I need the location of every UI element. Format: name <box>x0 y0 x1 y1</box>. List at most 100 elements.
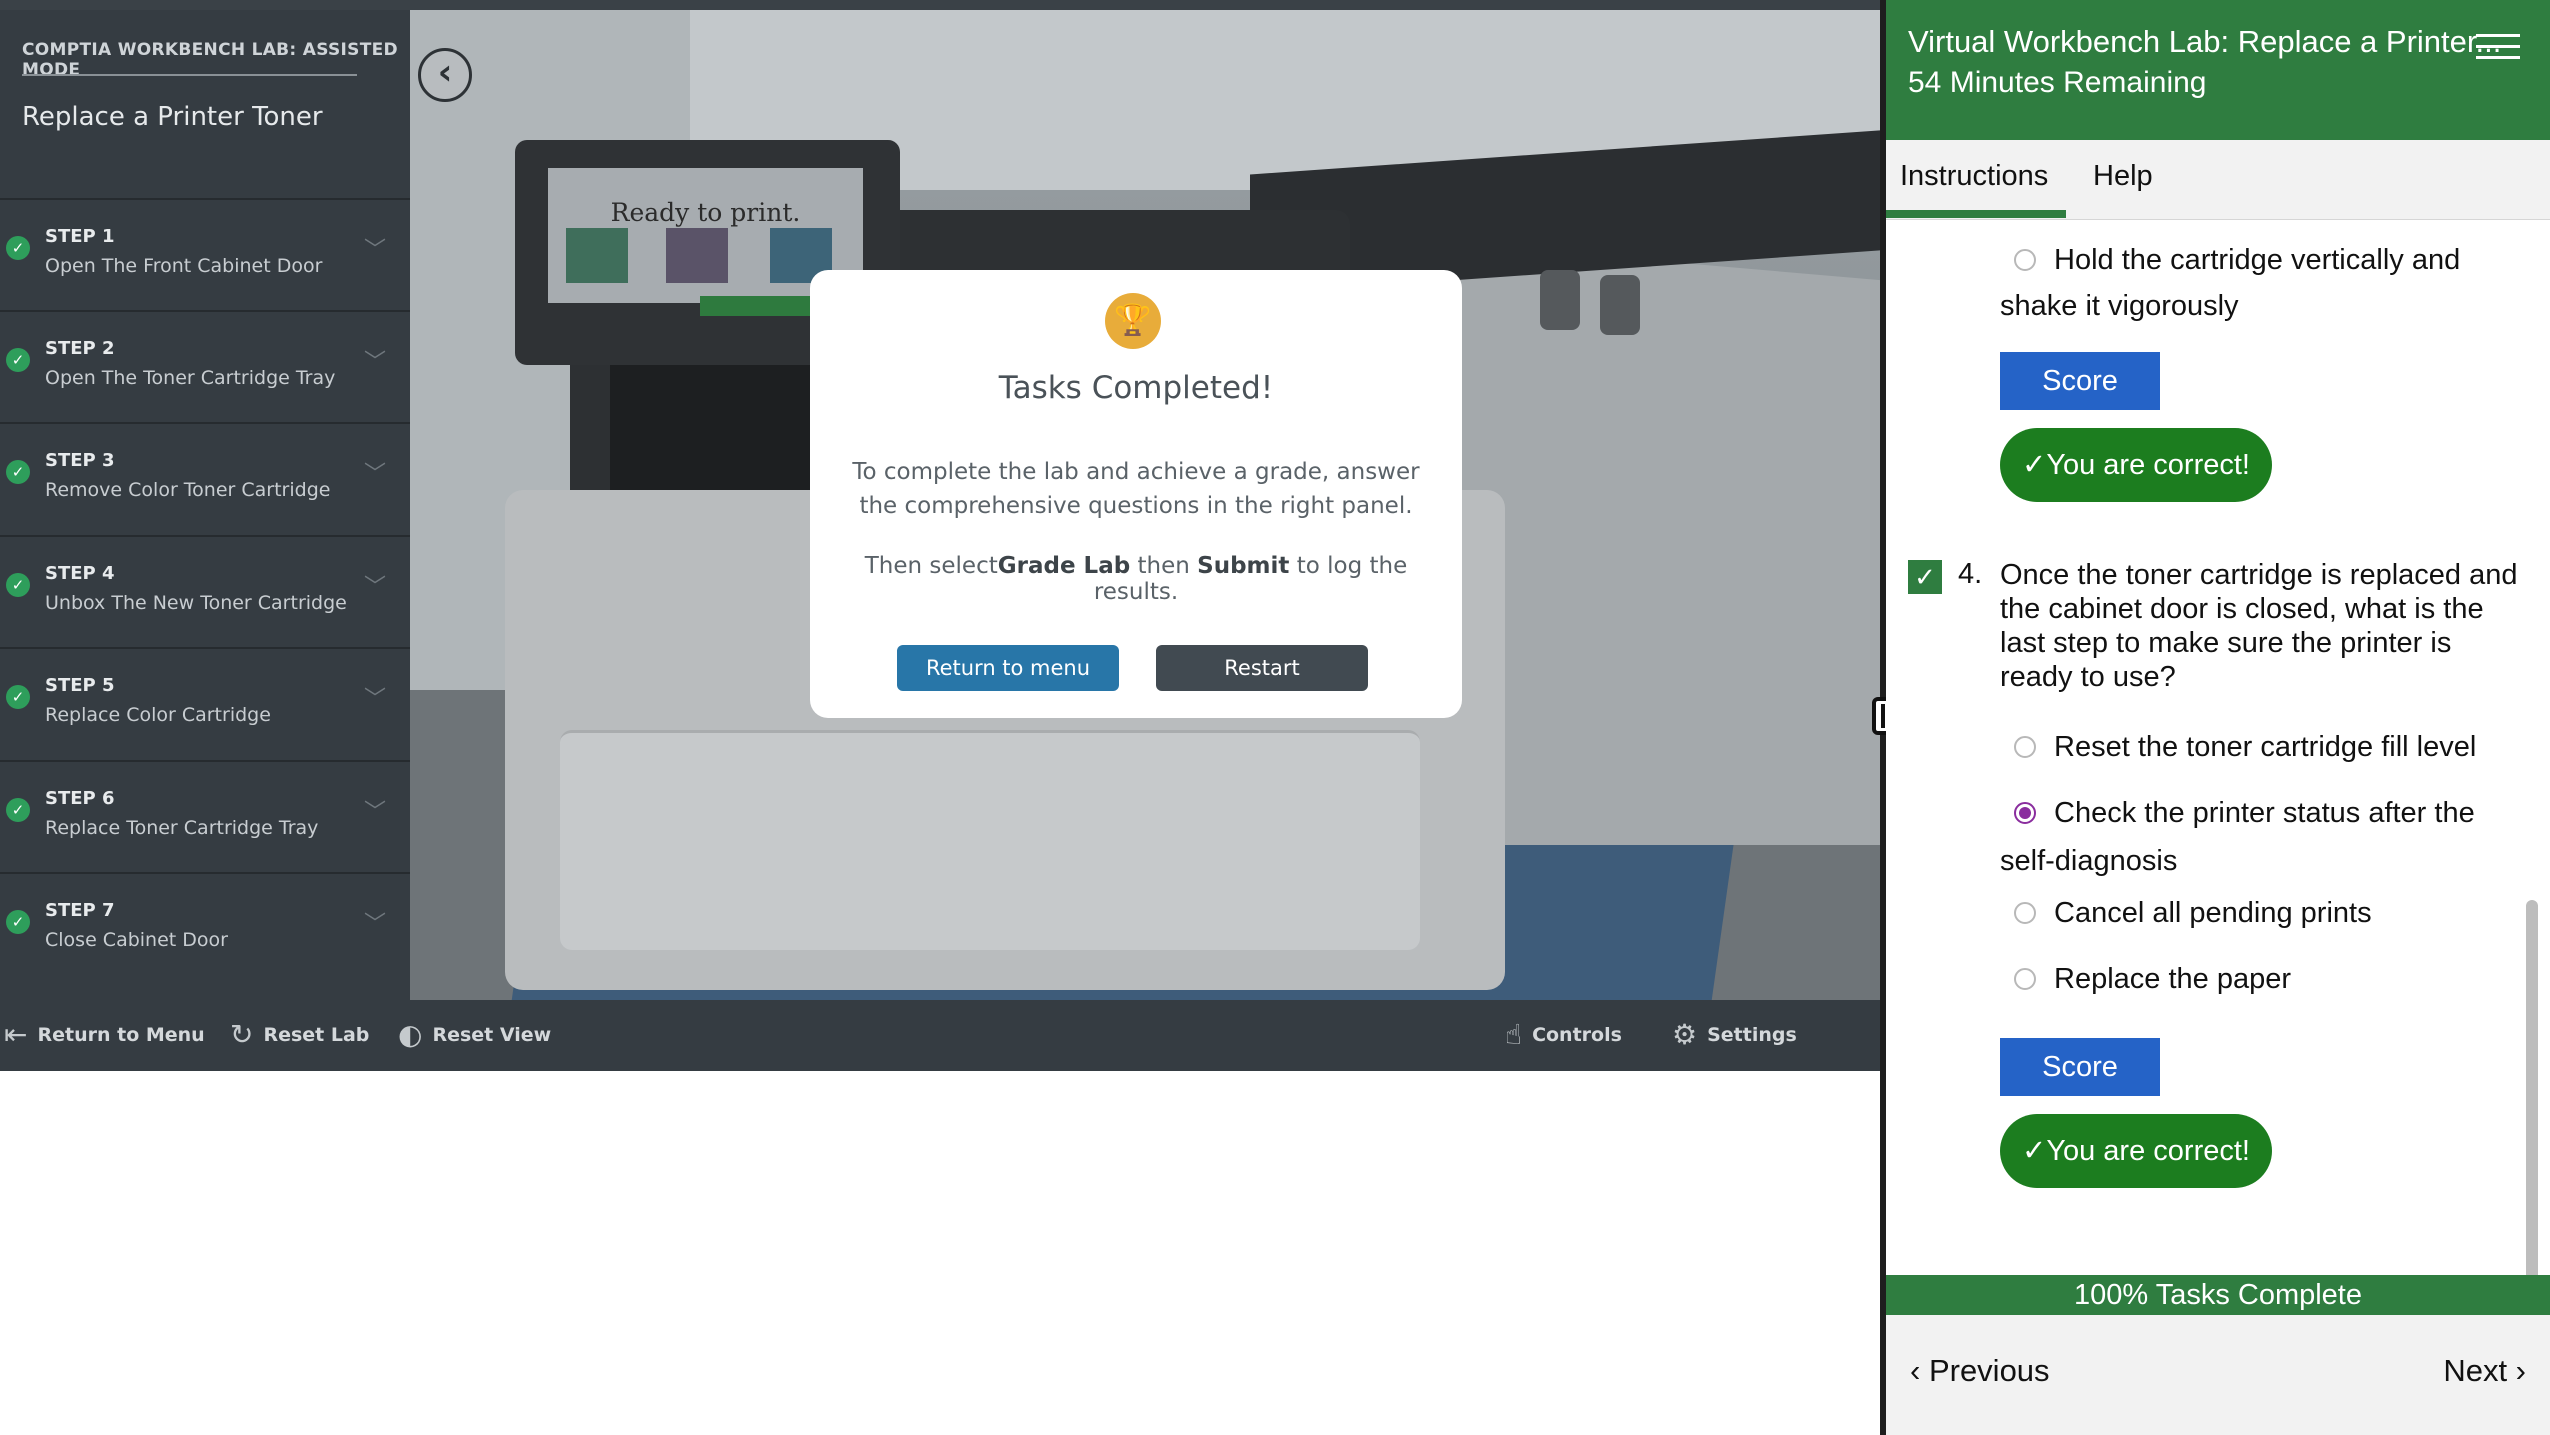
step-item[interactable]: ✓ STEP 2 Open The Toner Cartridge Tray ﹀ <box>0 310 410 420</box>
chevron-down-icon[interactable]: ﹀ <box>364 794 386 826</box>
step-number: STEP 1 <box>45 226 115 247</box>
hand-pointer-icon: ☝ <box>1505 1018 1523 1051</box>
step-description: Open The Front Cabinet Door <box>45 255 323 277</box>
check-icon: ✓ <box>6 573 30 597</box>
steps-panel: COMPTIA WORKBENCH LAB: ASSISTED MODE Rep… <box>0 10 410 1000</box>
gear-icon: ⚙ <box>1672 1018 1698 1051</box>
radio-button[interactable] <box>2014 968 2036 990</box>
step-item[interactable]: ✓ STEP 7 Close Cabinet Door ﹀ <box>0 872 410 1000</box>
check-icon: ✓ <box>6 798 30 822</box>
compass-icon: ◐ <box>398 1018 423 1051</box>
panel-tabs: Instructions Help <box>1886 140 2550 220</box>
chevron-down-icon[interactable]: ﹀ <box>364 232 386 264</box>
step-number: STEP 3 <box>45 450 115 471</box>
settings-button[interactable]: ⚙ Settings <box>1672 1018 1797 1051</box>
radio-button-selected[interactable] <box>2014 802 2036 824</box>
chevron-down-icon[interactable]: ﹀ <box>364 569 386 601</box>
question-text: Once the toner cartridge is replaced and… <box>2000 559 2518 693</box>
reset-lab-label: Reset Lab <box>263 1023 370 1046</box>
radio-button[interactable] <box>2014 902 2036 924</box>
reset-view-label: Reset View <box>432 1023 552 1046</box>
feedback-text: You are correct! <box>2046 1135 2250 1167</box>
active-tab-indicator <box>1886 210 2066 218</box>
step-description: Replace Color Cartridge <box>45 704 271 726</box>
divider <box>22 74 357 76</box>
step-number: STEP 2 <box>45 338 115 359</box>
dialog-title: Tasks Completed! <box>998 370 1274 406</box>
chevron-down-icon[interactable]: ﹀ <box>364 681 386 713</box>
step-description: Open The Toner Cartridge Tray <box>45 367 336 389</box>
answer-option[interactable]: Hold the cartridge vertically and <box>2000 236 2460 284</box>
dialog-instruction: Then selectGrade Lab then Submit to log … <box>820 553 1452 605</box>
refresh-icon: ↻ <box>230 1018 254 1051</box>
printer-screen-text: Ready to print. <box>610 198 801 227</box>
return-to-menu-dialog-button[interactable]: Return to menu <box>897 645 1119 691</box>
question-number: 4. <box>1958 558 1983 590</box>
step-item[interactable]: ✓ STEP 5 Replace Color Cartridge ﹀ <box>0 647 410 757</box>
step-description: Replace Toner Cartridge Tray <box>45 817 319 839</box>
answer-option-selected[interactable]: Check the printer status after the <box>2000 789 2475 837</box>
correct-feedback: ✓You are correct! <box>2000 1114 2272 1188</box>
radio-button[interactable] <box>2014 249 2036 271</box>
step-item[interactable]: ✓ STEP 6 Replace Toner Cartridge Tray ﹀ <box>0 760 410 870</box>
submit-text: Submit <box>1197 553 1290 579</box>
hamburger-menu-icon[interactable] <box>2476 34 2520 62</box>
radio-button[interactable] <box>2014 736 2036 758</box>
step-item[interactable]: ✓ STEP 1 Open The Front Cabinet Door ﹀ <box>0 198 410 308</box>
option-label-continued: shake it vigorously <box>2000 290 2239 322</box>
printer-paper-drawer[interactable] <box>560 730 1420 950</box>
restart-button[interactable]: Restart <box>1156 645 1368 691</box>
score-button[interactable]: Score <box>2000 1038 2160 1096</box>
check-icon: ✓ <box>6 348 30 372</box>
correct-feedback: ✓You are correct! <box>2000 428 2272 502</box>
reset-lab-button[interactable]: ↻ Reset Lab <box>230 1018 369 1051</box>
reset-view-button[interactable]: ◐ Reset View <box>398 1018 551 1051</box>
chevron-right-icon: › <box>2507 1353 2526 1388</box>
tasks-completed-dialog: 🏆 Tasks Completed! To complete the lab a… <box>810 270 1462 718</box>
dialog-message: To complete the lab and achieve a grade,… <box>852 459 1420 519</box>
step-item[interactable]: ✓ STEP 4 Unbox The New Toner Cartridge ﹀ <box>0 535 410 645</box>
controls-label: Controls <box>1532 1023 1622 1046</box>
score-button[interactable]: Score <box>2000 352 2160 410</box>
answer-option[interactable]: Cancel all pending prints <box>2000 889 2372 937</box>
exit-icon: ⇤ <box>4 1018 28 1051</box>
return-to-menu-button[interactable]: ⇤ Return to Menu <box>4 1018 205 1051</box>
lab-toolbar: ⇤ Return to Menu ↻ Reset Lab ◐ Reset Vie… <box>0 1000 1880 1071</box>
dialog-instruction-text: Then select <box>864 553 998 579</box>
answer-option[interactable]: Replace the paper <box>2000 955 2291 1003</box>
scrollbar[interactable] <box>2526 900 2538 1275</box>
option-label: Check the printer status after the <box>2054 797 2475 829</box>
option-label: Hold the cartridge vertically and <box>2054 244 2461 276</box>
next-label: Next <box>2443 1353 2508 1388</box>
chevron-down-icon[interactable]: ﹀ <box>364 344 386 376</box>
answer-option[interactable]: Reset the toner cartridge fill level <box>2000 723 2476 771</box>
grade-lab-text: Grade Lab <box>997 553 1131 579</box>
panel-footer: ‹ Previous Next › <box>1886 1315 2550 1435</box>
check-icon: ✓ <box>6 236 30 260</box>
next-button[interactable]: Next › <box>2443 1353 2526 1389</box>
chevron-left-icon: ‹ <box>1910 1353 1929 1388</box>
controls-button[interactable]: ☝ Controls <box>1505 1018 1622 1051</box>
tab-help[interactable]: Help <box>2093 160 2153 193</box>
step-number: STEP 4 <box>45 563 115 584</box>
return-to-menu-label: Return to Menu <box>37 1023 205 1046</box>
tab-instructions[interactable]: Instructions <box>1900 160 2048 193</box>
collapse-panel-button[interactable]: ‹ <box>418 48 472 102</box>
check-icon: ✓ <box>2022 1135 2047 1167</box>
step-description: Unbox The New Toner Cartridge <box>45 592 347 614</box>
step-item[interactable]: ✓ STEP 3 Remove Color Toner Cartridge ﹀ <box>0 422 410 532</box>
panel-title: Virtual Workbench Lab: Replace a Printer… <box>1908 24 2502 59</box>
question-complete-checkbox: ✓ <box>1908 560 1942 594</box>
instructions-panel: Virtual Workbench Lab: Replace a Printer… <box>1886 0 2550 1435</box>
step-number: STEP 6 <box>45 788 115 809</box>
questions-content: Hold the cartridge vertically and shake … <box>1886 220 2550 1275</box>
lab-viewport: Ready to print. COMPTIA WORKBENCH LAB: A… <box>0 0 1880 1071</box>
chevron-down-icon[interactable]: ﹀ <box>364 906 386 938</box>
option-label: Replace the paper <box>2054 963 2291 995</box>
chevron-down-icon[interactable]: ﹀ <box>364 456 386 488</box>
previous-button[interactable]: ‹ Previous <box>1910 1353 2050 1389</box>
step-number: STEP 5 <box>45 675 115 696</box>
lab-title: Replace a Printer Toner <box>22 102 323 132</box>
step-description: Close Cabinet Door <box>45 929 228 951</box>
check-icon: ✓ <box>2022 449 2047 481</box>
